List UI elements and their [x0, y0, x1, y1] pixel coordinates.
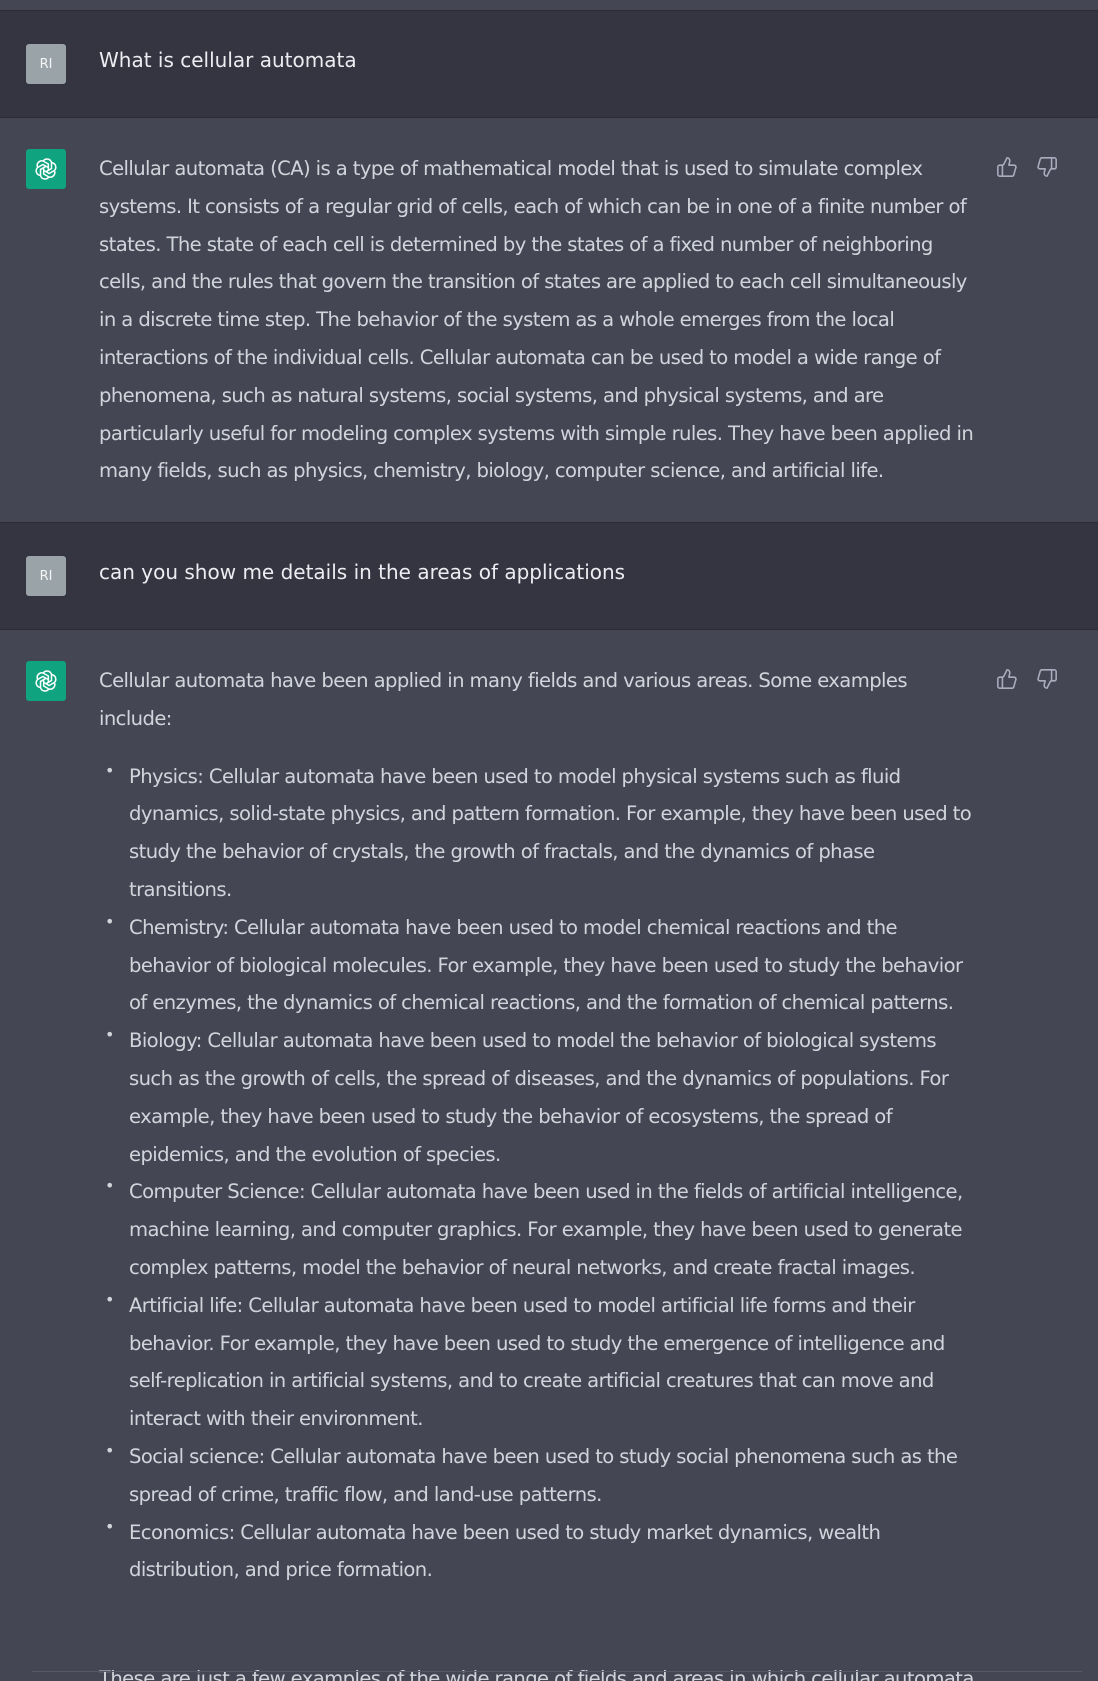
thumbs-up-icon[interactable]: [996, 156, 1018, 178]
top-divider: [0, 0, 1098, 10]
user-avatar: RI: [26, 44, 66, 84]
assistant-intro: Cellular automata have been applied in m…: [99, 669, 908, 730]
thumbs-up-icon[interactable]: [996, 668, 1018, 690]
input-box-edge: [32, 1671, 1082, 1672]
list-item: Artificial life: Cellular automata have …: [105, 1281, 981, 1438]
feedback-buttons: [996, 156, 1058, 178]
list-item: Computer Science: Cellular automata have…: [105, 1167, 981, 1286]
openai-logo-icon: [35, 158, 57, 180]
user-message-text: What is cellular automata: [99, 48, 357, 72]
user-message-text: can you show me details in the areas of …: [99, 560, 626, 584]
chat-page: RI What is cellular automata Cellular au…: [0, 0, 1098, 1681]
list-item: Biology: Cellular automata have been use…: [105, 1016, 981, 1173]
list-item: Physics: Cellular automata have been use…: [105, 752, 981, 909]
assistant-message-row: Cellular automata (CA) is a type of math…: [0, 118, 1098, 522]
assistant-paragraph: Cellular automata (CA) is a type of math…: [99, 157, 974, 483]
feedback-buttons: [996, 668, 1058, 690]
list-item: Economics: Cellular automata have been u…: [105, 1508, 981, 1590]
thumbs-down-icon[interactable]: [1036, 156, 1058, 178]
thumbs-down-icon[interactable]: [1036, 668, 1058, 690]
user-avatar: RI: [26, 556, 66, 596]
user-message-row: RI What is cellular automata: [0, 10, 1098, 118]
openai-logo-icon: [35, 670, 57, 692]
assistant-message-body: Cellular automata have been applied in m…: [99, 662, 981, 1589]
applications-list: Physics: Cellular automata have been use…: [99, 752, 981, 1590]
assistant-avatar: [26, 149, 66, 189]
assistant-message-row: Cellular automata have been applied in m…: [0, 630, 1098, 1681]
user-message-row: RI can you show me details in the areas …: [0, 522, 1098, 630]
assistant-avatar: [26, 661, 66, 701]
list-item: Chemistry: Cellular automata have been u…: [105, 903, 981, 1022]
assistant-message-body: Cellular automata (CA) is a type of math…: [99, 150, 981, 490]
list-item: Social science: Cellular automata have b…: [105, 1432, 981, 1514]
